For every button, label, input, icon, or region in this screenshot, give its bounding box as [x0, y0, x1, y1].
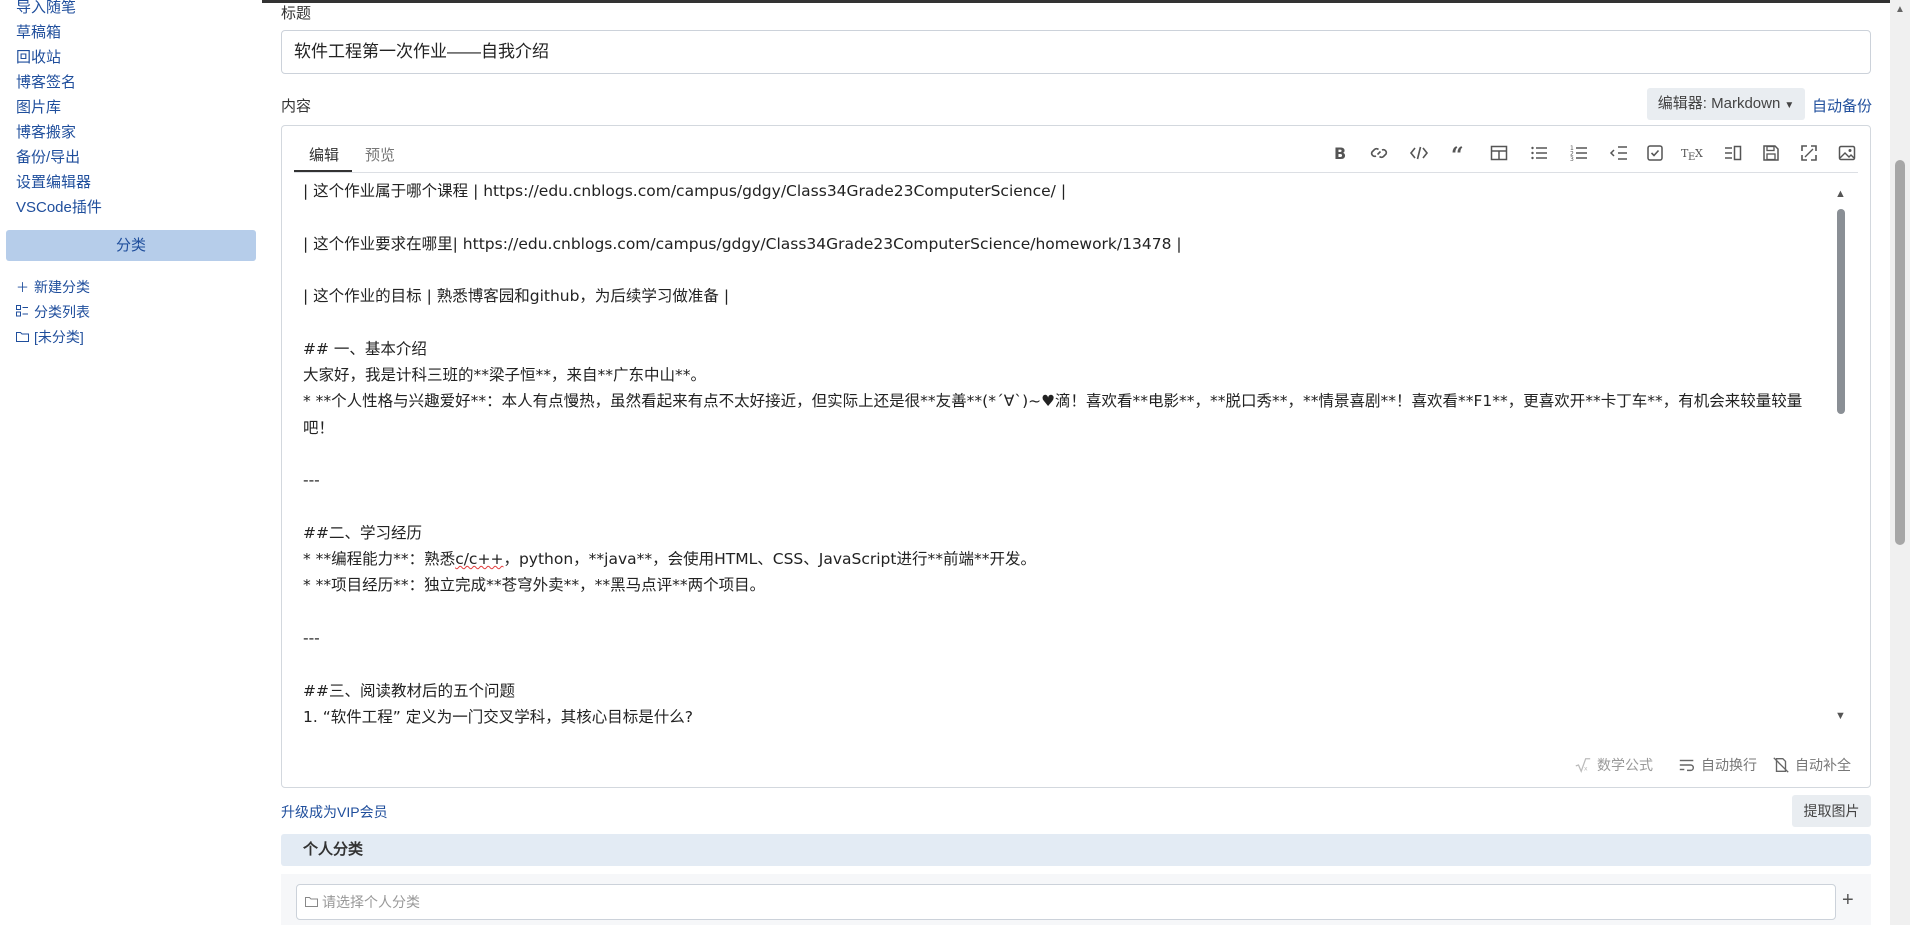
math-formula-label: 数学公式 [1597, 757, 1653, 773]
outdent-icon[interactable] [1606, 140, 1632, 166]
editor-line: * **项目经历**：独立完成**苍穹外卖**，**黑马点评**两个项目。 [303, 576, 766, 595]
scroll-up-arrow-icon[interactable]: ▲ [1835, 188, 1846, 200]
category-list-link[interactable]: 分类列表 [16, 302, 90, 322]
title-input[interactable]: 软件工程第一次作业——自我介绍 [281, 30, 1871, 74]
sidebar-link-vscode-plugin[interactable]: VSCode插件 [16, 196, 102, 217]
unordered-list-icon[interactable] [1526, 140, 1552, 166]
svg-text:B: B [1334, 144, 1346, 163]
svg-text:X: X [1695, 147, 1703, 160]
scroll-down-arrow-icon[interactable]: ▼ [1835, 710, 1846, 722]
svg-text:3: 3 [1570, 156, 1574, 163]
save-icon[interactable] [1758, 140, 1784, 166]
svg-text:x: x [1584, 765, 1588, 772]
editor-line: ## 一、基本介绍 [303, 339, 427, 358]
code-icon[interactable] [1406, 140, 1432, 166]
checkbox-icon[interactable] [1642, 140, 1668, 166]
editor-line: ##三、阅读教材后的五个问题 [303, 681, 515, 700]
editor-line: 1. “软件工程” 定义为一门交叉学科，其核心目标是什么? [303, 707, 693, 726]
uncategorized-link[interactable]: [未分类] [16, 327, 84, 347]
tab-preview[interactable]: 预览 [365, 144, 395, 165]
spellcheck-squiggle: c/c++ [455, 550, 504, 569]
category-list-label: 分类列表 [34, 304, 90, 320]
editor-line: | 这个作业属于哪个课程 | https://edu.cnblogs.com/c… [303, 182, 1067, 200]
sidebar-link-blog-signature[interactable]: 博客签名 [16, 71, 76, 92]
category-header[interactable]: 分类 [6, 230, 256, 261]
sidebar-link-recycle-bin[interactable]: 回收站 [16, 46, 61, 67]
editor-scrollbar-thumb[interactable] [1837, 209, 1845, 414]
editor-line: --- [303, 629, 320, 648]
editor-line: * **编程能力**：熟悉c/c++，python，**java**，会使用HT… [303, 550, 1036, 569]
sqrt-icon: x [1575, 758, 1591, 774]
sidebar: 导入随笔 草稿箱 回收站 博客签名 图片库 博客搬家 备份/导出 设置编辑器 V… [0, 0, 262, 925]
link-icon[interactable] [1366, 140, 1392, 166]
sidebar-link-editor-settings[interactable]: 设置编辑器 [16, 171, 91, 192]
page-scrollbar-thumb[interactable] [1895, 160, 1905, 545]
add-category-button[interactable]: + [1842, 889, 1854, 912]
ordered-list-icon[interactable]: 123 [1566, 140, 1592, 166]
personal-category-placeholder: 请选择个人分类 [322, 894, 420, 910]
math-formula-toggle[interactable]: x 数学公式 [1574, 755, 1653, 775]
table-icon[interactable] [1486, 140, 1512, 166]
svg-text:“: “ [1451, 143, 1464, 163]
folder-icon [305, 886, 318, 920]
editor-line: * **个人性格与兴趣爱好**：本人有点慢热，虽然看起来有点不太好接近，但实际上… [303, 392, 1803, 437]
markdown-textarea[interactable]: | 这个作业属于哪个课程 | https://edu.cnblogs.com/c… [303, 178, 1813, 726]
fullscreen-icon[interactable] [1796, 140, 1822, 166]
auto-wrap-label: 自动换行 [1701, 757, 1757, 773]
editor-select-label: 编辑器: Markdown [1657, 95, 1781, 112]
list-icon [16, 305, 34, 320]
sidebar-link-import[interactable]: 导入随笔 [16, 0, 76, 17]
fetch-images-button[interactable]: 提取图片 [1792, 795, 1871, 827]
bold-icon[interactable]: B [1326, 140, 1352, 166]
columns-icon[interactable] [1720, 140, 1746, 166]
new-category-link[interactable]: ＋ 新建分类 [16, 277, 90, 297]
sidebar-link-blog-move[interactable]: 博客搬家 [16, 121, 76, 142]
sidebar-link-backup-export[interactable]: 备份/导出 [16, 146, 80, 167]
editor-line: --- [303, 471, 320, 490]
markdown-editor: 编辑 预览 B “ 123 TEX | 这个作业属于哪个课程 | https:/… [281, 125, 1871, 788]
personal-category-header: 个人分类 [281, 834, 1871, 866]
auto-complete-off-icon [1773, 757, 1789, 773]
editor-line: 大家好，我是计科三班的**梁子恒**，来自**广东中山**。 [303, 366, 707, 385]
auto-complete-toggle[interactable]: 自动补全 [1772, 755, 1851, 775]
auto-wrap-toggle[interactable]: 自动换行 [1678, 755, 1757, 775]
plus-icon: ＋ [16, 280, 30, 295]
sidebar-link-drafts[interactable]: 草稿箱 [16, 21, 61, 42]
active-tab-indicator [294, 170, 352, 172]
editor-line: | 这个作业的目标 | 熟悉博客园和github，为后续学习做准备 | [303, 287, 730, 306]
page-scroll-up-icon[interactable]: ▲ [1895, 4, 1905, 15]
new-category-label: 新建分类 [34, 279, 90, 295]
content-label: 内容 [281, 98, 312, 115]
editor-line: ##二、学习经历 [303, 523, 422, 542]
chevron-down-icon: ▼ [1784, 100, 1795, 111]
sidebar-link-image-library[interactable]: 图片库 [16, 96, 61, 117]
editor-line: | 这个作业要求在哪里| https://edu.cnblogs.com/cam… [303, 234, 1182, 253]
page-scrollbar[interactable]: ▲ [1890, 0, 1910, 925]
uncategorized-label: [未分类] [34, 329, 84, 345]
wrap-icon [1679, 759, 1694, 772]
personal-category-select[interactable]: 请选择个人分类 [296, 884, 1836, 920]
image-icon[interactable] [1834, 140, 1860, 166]
tab-edit[interactable]: 编辑 [309, 144, 339, 165]
title-label: 标题 [281, 5, 312, 22]
quote-icon[interactable]: “ [1446, 140, 1472, 166]
tabs-divider [294, 172, 1858, 173]
folder-icon [16, 330, 34, 345]
auto-complete-label: 自动补全 [1795, 757, 1851, 773]
upgrade-vip-link[interactable]: 升级成为VIP会员 [281, 802, 388, 822]
autosave-link[interactable]: 自动备份 [1812, 95, 1872, 116]
editor-scrollbar[interactable]: ▲ ▼ [1833, 186, 1849, 726]
editor-select-dropdown[interactable]: 编辑器: Markdown ▼ [1647, 88, 1805, 120]
tex-icon[interactable]: TEX [1678, 140, 1712, 166]
